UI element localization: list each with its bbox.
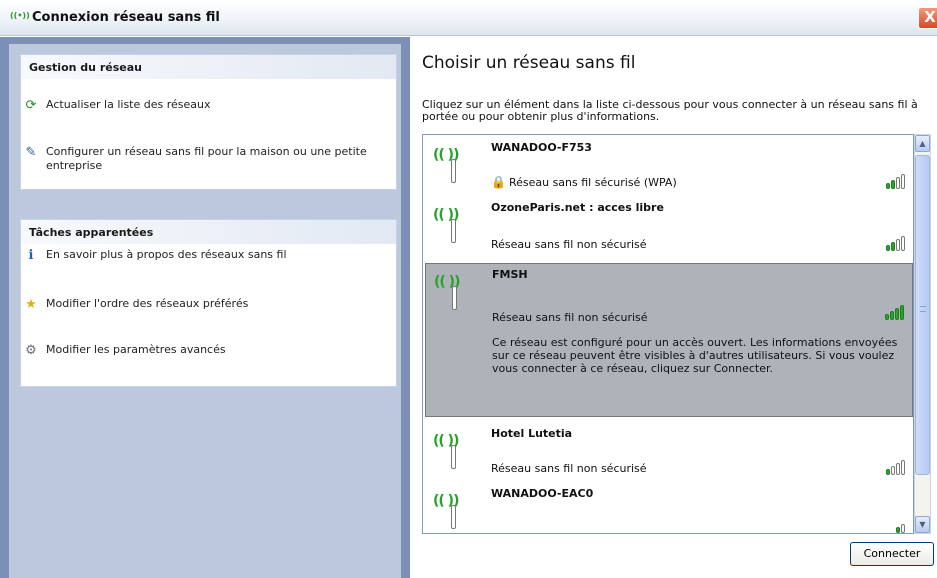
star-icon: ★ [25,297,37,312]
title-bar: ((•)) Connexion réseau sans fil X [0,0,937,36]
learn-more-link[interactable]: ℹ En savoir plus à propos des réseaux sa… [21,248,287,264]
instructions-text: Cliquez sur un élément dans la liste ci-… [422,98,918,123]
network-ssid: WANADOO-F753 [491,141,592,154]
network-list-scrollbar[interactable]: ▲ ▼ [914,134,931,534]
network-security: Réseau sans fil non sécurisé [491,462,647,475]
advanced-settings-link[interactable]: ⚙ Modifier les paramètres avancés [21,343,226,359]
network-security: Réseau sans fil non sécurisé [492,311,648,324]
main-pane: Choisir un réseau sans fil Cliquez sur u… [410,37,937,578]
network-list: (( )) WANADOO-F753 🔒 Réseau sans fil sécu… [422,134,914,534]
wireless-antenna-icon: (( )) [433,493,471,533]
network-security: Réseau sans fil non sécurisé [491,238,647,251]
close-button[interactable]: X [918,7,937,29]
signal-strength-icon [886,235,905,251]
refresh-networks-link[interactable]: ⟳ Actualiser la liste des réseaux [21,98,211,114]
refresh-icon: ⟳ [25,98,37,113]
network-ssid: WANADOO-EAC0 [491,487,594,500]
wrench-icon: ⚙ [25,343,37,358]
preferred-order-link[interactable]: ★ Modifier l'ordre des réseaux préférés [21,297,248,313]
scroll-up-button[interactable]: ▲ [915,135,930,152]
refresh-networks-label: Actualiser la liste des réseaux [46,98,211,111]
network-item[interactable]: (( )) Hotel Lutetia Réseau sans fil non … [425,423,913,481]
wireless-antenna-icon: (( )) [434,274,472,318]
setup-network-label: Configurer un réseau sans fil pour la ma… [46,145,367,172]
lock-icon: 🔒 [491,175,506,189]
network-tasks-header: Gestion du réseau [21,55,396,79]
setup-network-link[interactable]: ✎ Configurer un réseau sans fil pour la … [21,145,376,173]
signal-strength-icon [886,173,905,189]
signal-strength-icon [896,517,905,533]
window-title: Connexion réseau sans fil [32,10,220,25]
network-security: 🔒 Réseau sans fil sécurisé (WPA) [491,175,677,189]
signal-strength-icon [885,304,904,320]
wireless-setup-icon: ✎ [25,145,37,160]
task-sidebar-inner: Gestion du réseau ⟳ Actualiser la liste … [9,44,401,578]
info-icon: ℹ [28,248,34,263]
related-tasks-header: Tâches apparentées [21,220,396,244]
network-ssid: FMSH [492,268,528,281]
signal-strength-icon [886,459,905,475]
network-ssid: Hotel Lutetia [491,427,573,440]
task-sidebar: Gestion du réseau ⟳ Actualiser la liste … [0,37,410,578]
network-item-selected[interactable]: (( )) FMSH Réseau sans fil non sécurisé … [425,263,913,417]
scroll-thumb[interactable] [915,155,930,475]
wireless-antenna-icon: (( )) [433,433,471,477]
preferred-order-label: Modifier l'ordre des réseaux préférés [46,297,249,310]
page-title: Choisir un réseau sans fil [422,53,636,73]
wireless-antenna-icon: (( )) [433,147,471,191]
scroll-down-button[interactable]: ▼ [915,516,930,533]
network-item[interactable]: (( )) WANADOO-F753 🔒 Réseau sans fil sécu… [425,137,913,195]
network-item[interactable]: (( )) OzoneParis.net : acces libre Résea… [425,197,913,257]
wireless-app-icon: ((•)) [10,11,30,20]
learn-more-label: En savoir plus à propos des réseaux sans… [46,248,287,261]
wireless-antenna-icon: (( )) [433,207,471,251]
advanced-settings-label: Modifier les paramètres avancés [46,343,226,356]
connect-button[interactable]: Connecter [850,542,934,566]
network-ssid: OzoneParis.net : acces libre [491,201,664,214]
network-item[interactable]: (( )) WANADOO-EAC0 [425,483,913,533]
network-description: Ce réseau est configuré pour un accès ou… [492,336,898,375]
